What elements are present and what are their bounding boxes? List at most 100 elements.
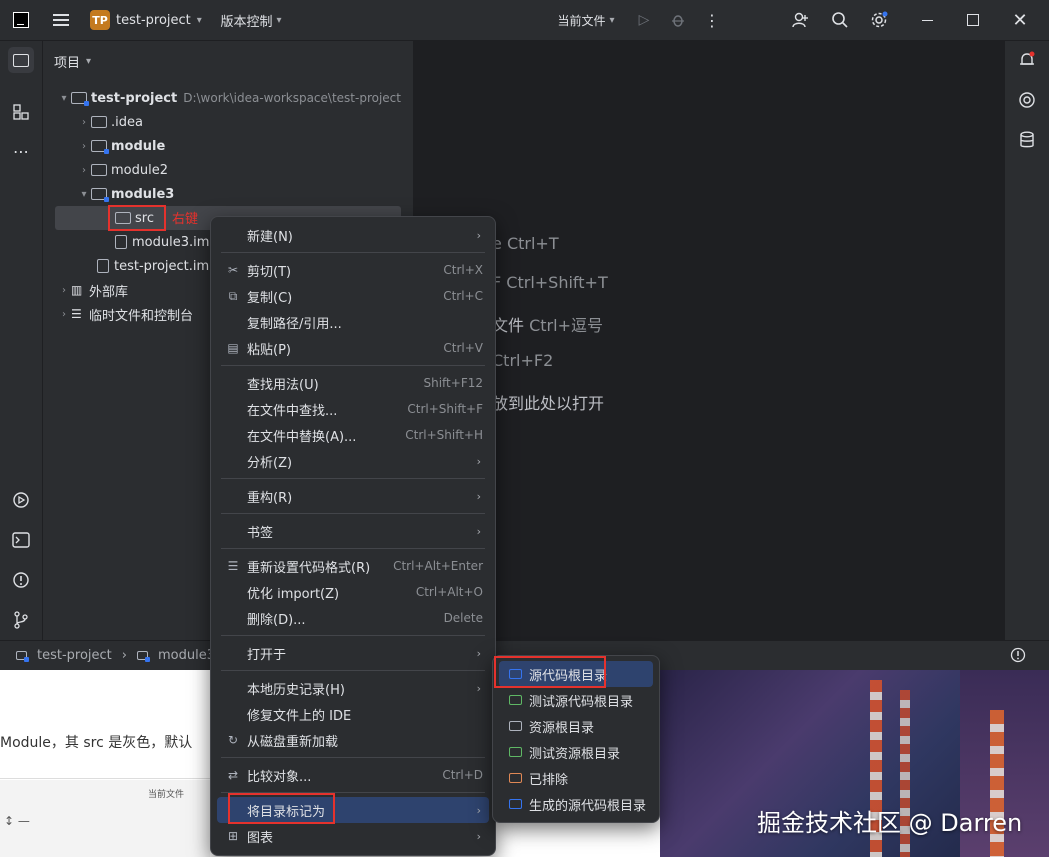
status-info-icon[interactable] [1010,647,1026,667]
reload-icon: ↻ [227,733,239,747]
project-name: test-project [116,12,191,28]
file-icon [115,235,127,249]
tree-item-label: test-project.iml [114,258,213,274]
background-small-text: 当前文件 [148,790,185,800]
module-folder-icon [16,651,29,662]
search-icon[interactable] [828,0,852,40]
test-resources-folder-icon [508,747,522,757]
minimize-icon[interactable] [912,0,942,40]
menu-item-repair-ide[interactable]: 修复文件上的 IDE [217,701,489,727]
menu-separator [221,757,485,758]
maximize-icon[interactable] [958,0,988,40]
tree-item-idea[interactable]: › .idea [77,110,143,134]
structure-icon[interactable] [8,99,34,125]
chevron-right-icon: › [82,116,86,128]
right-toolbar [1004,41,1049,670]
git-branch-icon[interactable] [8,607,34,633]
submenu-item-test-resources-root[interactable]: 测试资源根目录 [499,739,653,765]
close-icon[interactable]: ✕ [1004,0,1036,40]
menu-separator [221,252,485,253]
menu-item-cut[interactable]: ✂ 剪切(T) Ctrl+X [217,257,489,283]
tree-root-test-project[interactable]: ▾ test-project D:\work\idea-workspace\te… [57,86,401,110]
chevron-right-icon: › [476,524,481,538]
test-sources-folder-icon [508,695,522,705]
scratches-icon: ☰ [71,307,82,321]
tree-item-module3-iml[interactable]: module3.iml [115,230,213,254]
project-folder-icon[interactable] [8,47,34,73]
main-menu-icon[interactable] [48,0,74,40]
problems-icon[interactable] [8,567,34,593]
module-folder-icon [71,92,89,106]
left-toolbar: ⋯ [0,41,43,670]
menu-item-bookmarks[interactable]: 书签 › [217,518,489,544]
ai-assistant-icon[interactable] [1014,87,1040,113]
menu-item-copy-path[interactable]: 复制路径/引用... [217,309,489,335]
excluded-folder-icon [508,773,522,783]
submenu-item-generated-sources-root[interactable]: 生成的源代码根目录 [499,791,653,817]
chevron-right-icon: › [82,140,86,152]
chevron-down-icon: ▾ [196,14,202,26]
services-run-icon[interactable] [8,487,34,513]
tree-item-module2[interactable]: › module2 [77,158,168,182]
chevron-down-icon: ▾ [81,188,87,200]
menu-item-local-history[interactable]: 本地历史记录(H) › [217,675,489,701]
menu-item-paste[interactable]: ▤ 粘贴(P) Ctrl+V [217,335,489,361]
submenu-item-excluded[interactable]: 已排除 [499,765,653,791]
menu-item-reload-from-disk[interactable]: ↻ 从磁盘重新加载 [217,727,489,753]
menu-item-new[interactable]: 新建(N) › [217,222,489,248]
notifications-bell-icon[interactable] [1014,47,1040,73]
paste-icon: ▤ [227,341,239,355]
module-folder-icon [91,188,109,202]
vcs-selector[interactable]: 版本控制 ▾ [216,0,286,40]
annotation-right-click: 右键 [172,212,199,227]
chevron-down-icon: ▾ [61,92,67,104]
menu-separator [221,513,485,514]
terminal-icon[interactable] [8,527,34,553]
menu-item-diagrams[interactable]: ⊞ 图表 › [217,823,489,849]
menu-item-analyze[interactable]: 分析(Z) › [217,448,489,474]
submenu-item-resources-root[interactable]: 资源根目录 [499,713,653,739]
tree-item-scratches[interactable]: › ☰ 临时文件和控制台 [57,302,193,326]
chevron-right-icon: › [62,284,66,296]
more-actions-icon[interactable]: ⋮ [702,0,722,40]
project-selector[interactable]: TP test-project ▾ [90,0,205,40]
breadcrumb-item[interactable]: module3 [158,648,215,663]
menu-item-find-in-files[interactable]: 在文件中查找... Ctrl+Shift+F [217,396,489,422]
watermark-text: 掘金技术社区 @ Darren [757,809,1023,837]
chevron-right-icon: › [476,803,481,817]
project-view-selector[interactable]: 项目 ▾ [54,52,91,71]
context-menu: 新建(N) › ✂ 剪切(T) Ctrl+X ⧉ 复制(C) Ctrl+C 复制路径/引用… [210,216,496,856]
debug-icon[interactable] [666,0,690,40]
menu-separator [221,635,485,636]
run-config-selector[interactable]: 当前文件 ▾ [552,0,620,40]
chevron-right-icon: › [476,228,481,242]
menu-separator [221,670,485,671]
submenu-item-test-sources-root[interactable]: 测试源代码根目录 [499,687,653,713]
settings-gear-icon[interactable] [866,0,892,40]
menu-item-delete[interactable]: 删除(D)... Delete [217,605,489,631]
menu-item-find-usages[interactable]: 查找用法(U) Shift+F12 [217,370,489,396]
menu-item-open-in[interactable]: 打开于 › [217,640,489,666]
tree-item-module3[interactable]: ▾ module3 [77,182,174,206]
tree-item-module[interactable]: › module [77,134,165,158]
menu-item-reformat-code[interactable]: ☰ 重新设置代码格式(R) Ctrl+Alt+Enter [217,553,489,579]
chevron-down-icon: ▾ [276,14,282,26]
annotation-box-sources-root [494,656,606,688]
menu-item-replace-in-files[interactable]: 在文件中替换(A)... Ctrl+Shift+H [217,422,489,448]
menu-item-compare-with[interactable]: ⇄ 比较对象... Ctrl+D [217,762,489,788]
background-text: Module，其 src 是灰色，默认 [0,735,193,751]
database-icon[interactable] [1014,127,1040,153]
menu-item-optimize-imports[interactable]: 优化 import(Z) Ctrl+Alt+O [217,579,489,605]
more-tools-icon[interactable]: ⋯ [8,138,34,164]
menu-item-copy[interactable]: ⧉ 复制(C) Ctrl+C [217,283,489,309]
chevron-right-icon: › [82,164,86,176]
run-icon[interactable]: ▷ [632,0,656,40]
menu-item-refactor[interactable]: 重构(R) › [217,483,489,509]
module-folder-icon [91,140,109,154]
breadcrumb: test-project › module3 › [16,648,230,663]
tree-item-external-libs[interactable]: › ▥ 外部库 [57,278,128,302]
breadcrumb-item[interactable]: test-project [37,648,112,663]
compare-icon: ⇄ [227,768,239,782]
add-user-icon[interactable] [788,0,812,40]
tree-item-test-project-iml[interactable]: test-project.iml [97,254,213,278]
